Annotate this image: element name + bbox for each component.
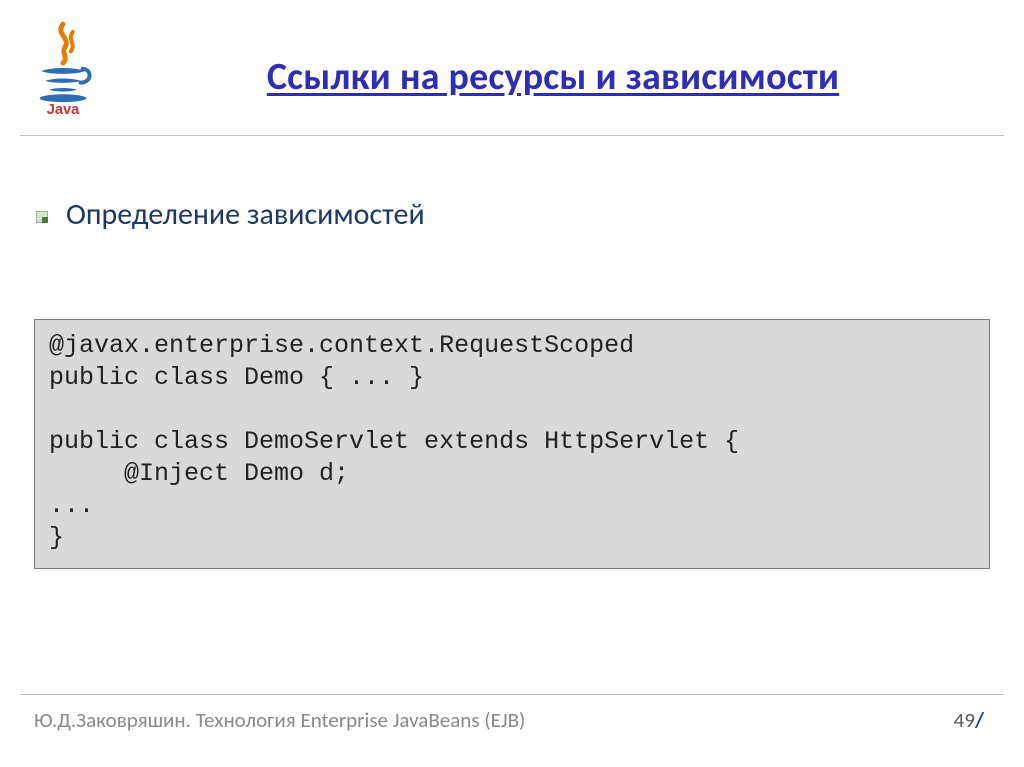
java-logo-icon: Java (24, 18, 106, 121)
slide-title: Ссылки на ресурсы и зависимости (267, 54, 839, 100)
bullet-text: Определение зависимостей (66, 196, 425, 233)
divider-bottom (20, 694, 1004, 695)
footer-text: Ю.Д.Заковряшин. Технология Enterprise Ja… (34, 707, 525, 733)
svg-text:Java: Java (47, 102, 80, 116)
body: Определение зависимостей @javax.enterpri… (0, 136, 1024, 569)
bullet-item: Определение зависимостей (36, 196, 990, 233)
page-number-value: 49 (954, 707, 975, 733)
page-number: 49/ (954, 707, 984, 733)
page-number-slash: / (975, 707, 984, 733)
title-wrap: Ссылки на ресурсы и зависимости (106, 18, 1000, 100)
footer: Ю.Д.Заковряшин. Технология Enterprise Ja… (34, 707, 984, 733)
header: Java Ссылки на ресурсы и зависимости (0, 0, 1024, 121)
bullet-icon (36, 209, 48, 221)
slide: Java Ссылки на ресурсы и зависимости Опр… (0, 0, 1024, 767)
code-block: @javax.enterprise.context.RequestScoped … (34, 319, 990, 569)
